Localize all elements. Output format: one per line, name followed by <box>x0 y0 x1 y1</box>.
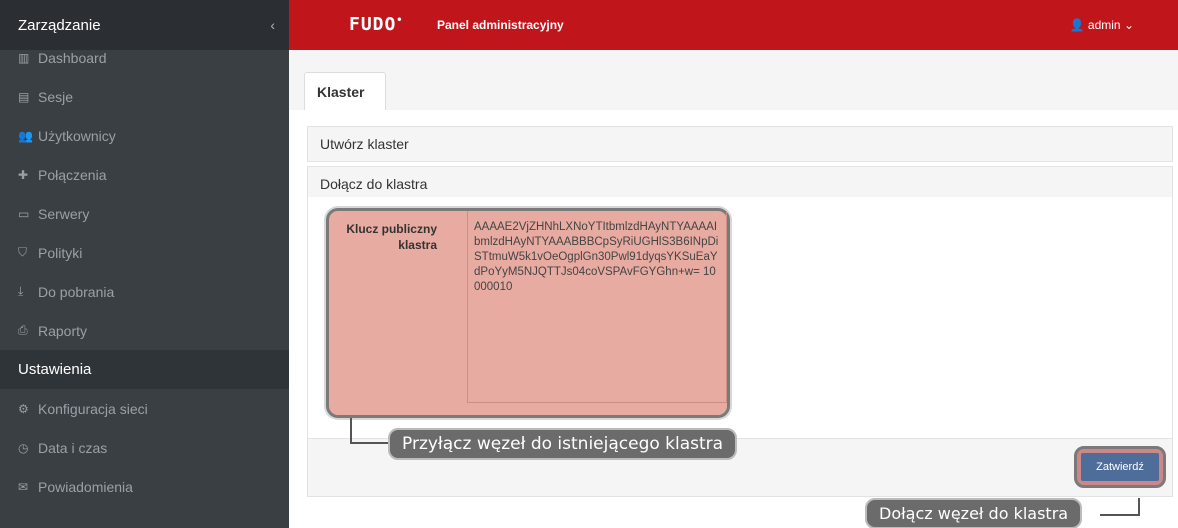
shield-icon: ⛉ <box>18 245 28 259</box>
user-name: admin <box>1087 18 1121 32</box>
tab-klaster[interactable]: Klaster <box>304 72 386 110</box>
sidebar-item-konfiguracja-sieci[interactable]: ⚙ Konfiguracja sieci <box>0 389 289 428</box>
fudo-logo: FUDO• <box>349 14 403 35</box>
sidebar-item-label: Polityki <box>38 244 83 261</box>
submit-button[interactable]: Zatwierdź <box>1081 453 1159 481</box>
cogs-icon: ⚙ <box>18 401 29 416</box>
cluster-key-label: Klucz publiczny klastra <box>346 222 437 252</box>
sidebar-item-label: Użytkownicy <box>38 127 116 144</box>
sidebar-item-label: Do pobrania <box>38 283 115 300</box>
sidebar-item-raporty[interactable]: ⎙ Raporty <box>0 311 289 350</box>
sidebar-item-polityki[interactable]: ⛉ Polityki <box>0 233 289 272</box>
logo-mark: • <box>396 15 404 26</box>
sidebar-item-dashboard[interactable]: ▥ Dashboard <box>0 38 289 77</box>
clock-icon: ◷ <box>18 440 29 455</box>
sidebar-item-polaczenia[interactable]: ✚ Połączenia <box>0 155 289 194</box>
cluster-key-field[interactable]: AAAAE2VjZHNhLXNoYTItbmlzdHAyNTYAAAAIbmlz… <box>467 211 727 403</box>
sidebar-item-do-pobrania[interactable]: ⤓ Do pobrania <box>0 272 289 311</box>
panel-title: Panel administracyjny <box>437 18 564 32</box>
connections-icon: ✚ <box>18 167 29 182</box>
submit-highlight: Zatwierdź <box>1074 446 1166 488</box>
sidebar-item-label: Raporty <box>38 322 88 339</box>
callout-leader-join <box>1100 498 1140 516</box>
cluster-key-highlight: Klucz publiczny klastra AAAAE2VjZHNhLXNo… <box>326 208 730 418</box>
sidebar-item-label: Dashboard <box>38 49 107 66</box>
server-icon: ▭ <box>18 206 30 221</box>
sidebar-item-powiadomienia[interactable]: ✉ Powiadomienia <box>0 467 289 506</box>
user-menu[interactable]: 👤 admin ⌄ <box>1070 18 1134 32</box>
print-icon: ⎙ <box>18 323 28 337</box>
chevron-down-icon: ⌄ <box>1123 18 1134 32</box>
sidebar-item-label: Połączenia <box>38 166 107 183</box>
sidebar-title: Zarządzanie <box>18 16 101 34</box>
sidebar-section-ustawienia: Ustawienia <box>0 350 289 389</box>
sidebar-item-label: Sesje <box>38 88 74 105</box>
dashboard-icon: ▥ <box>18 50 30 65</box>
sidebar-item-serwery[interactable]: ▭ Serwery <box>0 194 289 233</box>
top-bar: FUDO• Panel administracyjny 👤 admin ⌄ <box>289 0 1178 50</box>
sidebar-item-uzytkownicy[interactable]: 👥 Użytkownicy <box>0 116 289 155</box>
sidebar-item-label: Powiadomienia <box>38 478 133 495</box>
sidebar-item-label: Data i czas <box>38 439 108 456</box>
callout-leader-attach <box>350 418 390 444</box>
content: Utwórz klaster Dołącz do klastra Klucz p… <box>289 110 1178 528</box>
panel-create-cluster[interactable]: Utwórz klaster <box>307 126 1173 162</box>
sidebar-item-label: Serwery <box>38 205 90 222</box>
user-icon: 👤 <box>1069 18 1085 32</box>
sidebar-item-data-i-czas[interactable]: ◷ Data i czas <box>0 428 289 467</box>
sidebar: Zarządzanie ‹ ▥ Dashboard ▤ Sesje 👥 Użyt… <box>0 0 289 528</box>
callout-join-node: Dołącz węzeł do klastra <box>865 498 1083 528</box>
collapse-sidebar-icon[interactable]: ‹ <box>270 17 275 33</box>
logo-text: FUDO <box>349 14 397 35</box>
film-icon: ▤ <box>18 89 30 104</box>
envelope-icon: ✉ <box>18 479 29 494</box>
sidebar-item-label: Konfiguracja sieci <box>38 400 148 417</box>
sidebar-item-sesje[interactable]: ▤ Sesje <box>0 77 289 116</box>
download-icon: ⤓ <box>18 284 24 298</box>
callout-attach-node: Przyłącz węzeł do istniejącego klastra <box>388 428 738 460</box>
users-icon: 👥 <box>18 128 33 143</box>
